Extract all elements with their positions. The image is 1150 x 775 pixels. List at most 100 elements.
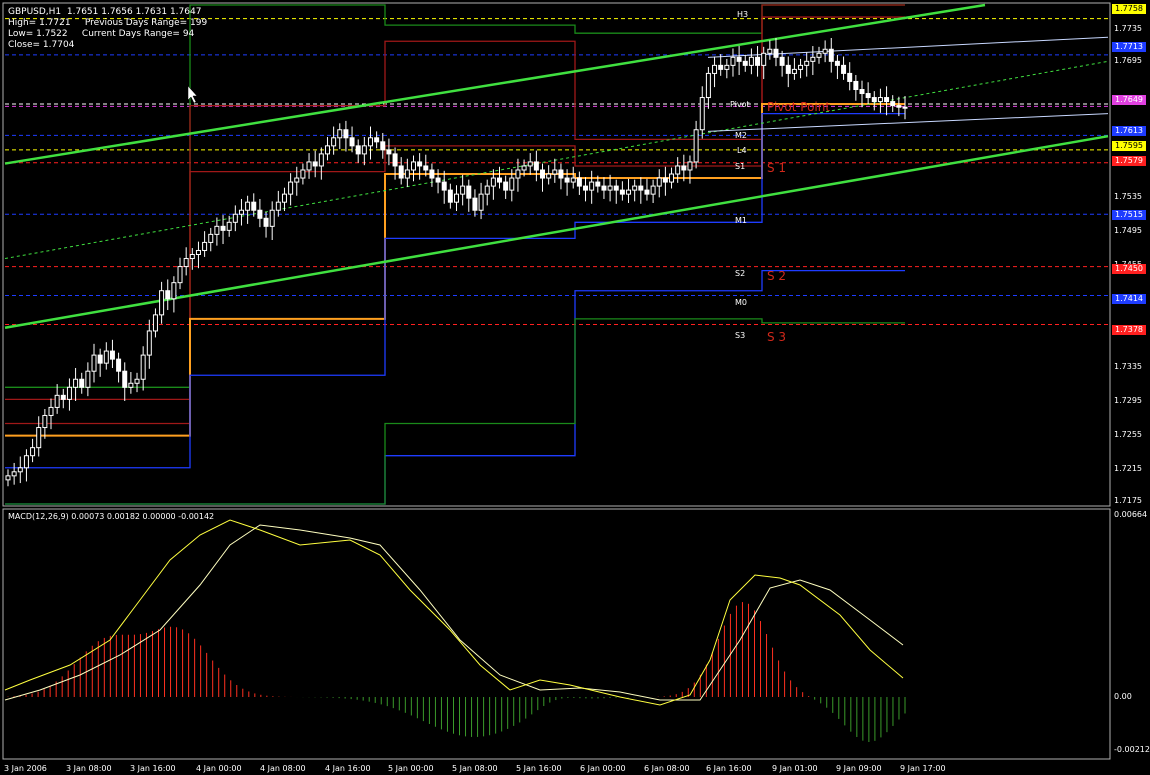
candle-body xyxy=(583,185,589,191)
time-tick: 5 Jan 08:00 xyxy=(452,764,498,773)
candle-body xyxy=(497,177,503,183)
candle-body xyxy=(48,406,54,416)
candle-body xyxy=(736,56,742,62)
level-m2: M2 xyxy=(735,131,747,140)
candle-body xyxy=(884,97,890,103)
time-tick: 4 Jan 00:00 xyxy=(196,764,242,773)
candle-body xyxy=(877,97,883,103)
candle-body xyxy=(742,60,748,66)
price-tick: 1.7215 xyxy=(1114,464,1142,473)
candle-body xyxy=(865,93,871,99)
candle-body xyxy=(546,173,552,179)
pivot-step-line xyxy=(5,318,905,505)
candle-body xyxy=(650,185,656,195)
candle-body xyxy=(454,193,459,203)
candle-body xyxy=(681,165,687,171)
candle-body xyxy=(564,177,570,183)
price-box-h3: 1.7758 xyxy=(1112,4,1146,14)
candle-body xyxy=(17,467,23,473)
candle-body xyxy=(159,290,165,316)
price-tick: 1.7695 xyxy=(1114,56,1142,65)
candle-body xyxy=(472,197,478,211)
time-tick: 3 Jan 08:00 xyxy=(66,764,112,773)
candle-body xyxy=(601,185,607,191)
candle-body xyxy=(275,201,281,211)
candle-body xyxy=(626,189,632,195)
candle-body xyxy=(410,161,416,171)
candle-body xyxy=(890,101,896,107)
price-tick: 1.7495 xyxy=(1114,226,1142,235)
candle-body xyxy=(11,471,17,477)
level-s1: S1 xyxy=(735,162,746,171)
candle-body xyxy=(97,354,103,364)
candle-body xyxy=(540,169,546,179)
price-box-s3: 1.7378 xyxy=(1112,325,1146,335)
symbol-ohlc: GBPUSD,H1 1.7651 1.7656 1.7631 1.7647 xyxy=(8,7,202,17)
time-tick: 5 Jan 00:00 xyxy=(388,764,434,773)
level-m1: M1 xyxy=(735,216,747,225)
candle-body xyxy=(429,169,435,179)
candle-body xyxy=(251,201,257,211)
candle-body xyxy=(447,189,453,203)
candle-body xyxy=(343,129,349,139)
price-chart[interactable] xyxy=(0,0,1150,775)
candle-body xyxy=(761,52,767,66)
candle-body xyxy=(613,185,619,191)
candle-body xyxy=(724,64,730,70)
candle-body xyxy=(607,185,613,191)
candle-body xyxy=(220,225,226,231)
candle-body xyxy=(871,97,877,103)
candle-body xyxy=(484,185,490,195)
candle-body xyxy=(331,137,337,147)
candle-body xyxy=(785,64,791,74)
price-box-s1: 1.7579 xyxy=(1112,156,1146,166)
candle-body xyxy=(361,145,367,155)
pivot-point-label: Pivot Point xyxy=(767,100,831,114)
candle-body xyxy=(816,52,822,58)
candle-body xyxy=(146,330,152,356)
candle-body xyxy=(490,177,496,187)
candle-body xyxy=(748,56,754,66)
close-value: Close= 1.7704 xyxy=(8,40,75,50)
candle-body xyxy=(644,189,650,195)
candle-body xyxy=(195,249,201,255)
candle-body xyxy=(662,177,668,183)
candle-body xyxy=(238,209,244,215)
candle-body xyxy=(779,56,785,66)
candle-body xyxy=(693,129,699,163)
price-tick: 1.7295 xyxy=(1114,396,1142,405)
candle-body xyxy=(294,177,300,183)
candle-body xyxy=(398,165,404,179)
candle-body xyxy=(509,177,515,191)
candle-body xyxy=(281,193,287,203)
macd-main-line xyxy=(4,519,904,706)
candle-body xyxy=(669,173,675,183)
price-box-pivot: 1.7649 xyxy=(1112,95,1146,105)
candle-body xyxy=(226,221,232,231)
candle-body xyxy=(337,129,343,139)
macd-label: MACD(12,26,9) 0.00073 0.00182 0.00000 -0… xyxy=(8,512,215,521)
level-s2: S2 xyxy=(735,269,746,278)
candle-body xyxy=(232,213,238,223)
candle-body xyxy=(423,165,429,171)
macd-panel-border xyxy=(2,508,1111,760)
level-pivot: Pivot xyxy=(730,100,750,109)
chart-window[interactable]: GBPUSD,H1 1.7651 1.7656 1.7631 1.7647 Hi… xyxy=(0,0,1150,775)
candle-body xyxy=(570,177,576,183)
price-tick: 1.7335 xyxy=(1114,362,1142,371)
candle-body xyxy=(687,161,693,171)
candle-body xyxy=(245,201,251,211)
candle-body xyxy=(30,447,36,457)
price-tick: 1.7255 xyxy=(1114,430,1142,439)
candle-body xyxy=(515,169,521,179)
candle-body xyxy=(380,141,386,151)
candle-body xyxy=(595,181,601,187)
candle-body xyxy=(288,181,294,195)
candle-body xyxy=(202,241,208,251)
candle-body xyxy=(60,394,66,400)
s2-label: S 2 xyxy=(767,269,787,283)
candle-body xyxy=(533,161,539,171)
high-range: High= 1.7721 Previous Days Range= 199 xyxy=(8,18,208,28)
macd-signal-line xyxy=(4,524,904,701)
candle-body xyxy=(417,161,423,167)
